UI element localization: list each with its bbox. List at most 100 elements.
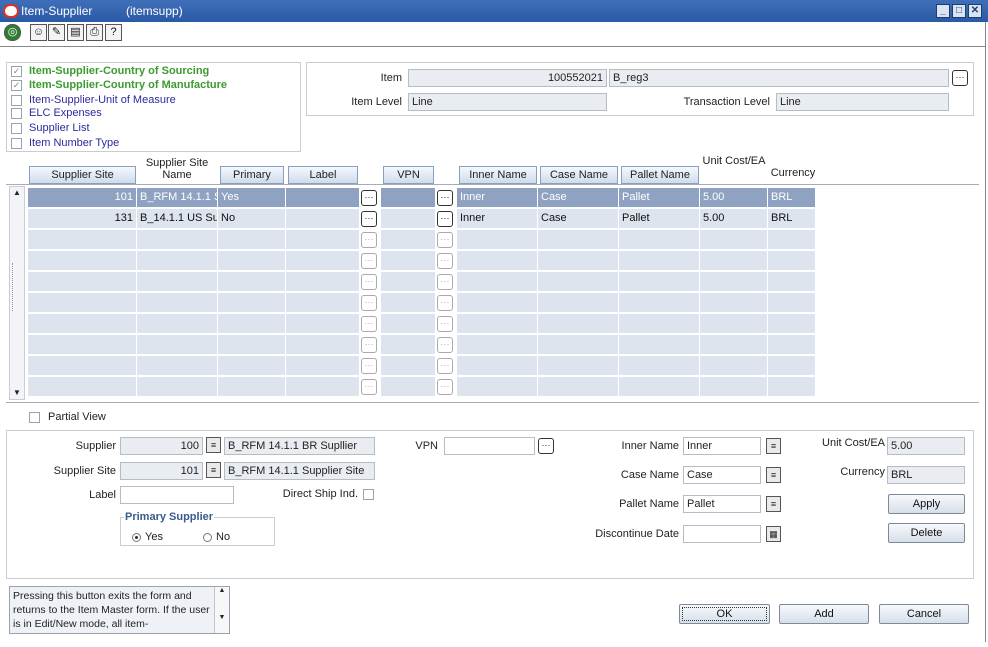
cell-vpn[interactable] bbox=[381, 209, 436, 229]
cell-inner-name[interactable] bbox=[457, 272, 538, 292]
supplier-site-id-field[interactable]: 101 bbox=[120, 462, 203, 480]
cell-unit-cost[interactable] bbox=[700, 272, 768, 292]
option-elc-expenses[interactable]: ELC Expenses bbox=[29, 107, 102, 119]
vpn-notes-icon[interactable]: ··· bbox=[437, 190, 453, 206]
case-name-lov-icon[interactable]: ≡ bbox=[766, 467, 781, 483]
cell-case-name[interactable] bbox=[538, 356, 619, 376]
vpn-notes-icon[interactable]: ··· bbox=[538, 438, 554, 454]
label-notes-icon[interactable]: ··· bbox=[361, 358, 377, 374]
label-notes-icon[interactable]: ··· bbox=[361, 274, 377, 290]
primary-no-radio[interactable] bbox=[203, 533, 212, 542]
cell-pallet-name[interactable] bbox=[619, 230, 700, 250]
vpn-notes-icon[interactable]: ··· bbox=[437, 232, 453, 248]
label-notes-icon[interactable]: ··· bbox=[361, 295, 377, 311]
ok-button[interactable]: OK bbox=[679, 604, 770, 624]
cell-vpn[interactable] bbox=[381, 230, 436, 250]
cell-supplier-site[interactable] bbox=[28, 377, 137, 397]
help-icon[interactable]: ? bbox=[105, 24, 122, 41]
calendar-icon[interactable]: ▦ bbox=[766, 526, 781, 542]
col-primary[interactable]: Primary bbox=[220, 166, 284, 184]
cell-label[interactable] bbox=[286, 293, 360, 313]
cell-pallet-name[interactable] bbox=[619, 377, 700, 397]
direct-ship-checkbox[interactable] bbox=[363, 489, 374, 500]
cell-supplier-site[interactable]: 101 bbox=[28, 188, 137, 208]
cell-supplier-site[interactable] bbox=[28, 356, 137, 376]
cell-primary[interactable] bbox=[218, 314, 286, 334]
cell-inner-name[interactable] bbox=[457, 230, 538, 250]
cell-supplier-site[interactable] bbox=[28, 230, 137, 250]
cell-supplier-site-name[interactable] bbox=[137, 335, 218, 355]
cell-vpn[interactable] bbox=[381, 293, 436, 313]
cell-case-name[interactable] bbox=[538, 230, 619, 250]
globe-icon[interactable]: ◎ bbox=[4, 24, 21, 41]
cell-supplier-site[interactable] bbox=[28, 251, 137, 271]
option-checkbox-sourcing[interactable]: ✓ bbox=[11, 66, 22, 77]
vpn-notes-icon[interactable]: ··· bbox=[437, 274, 453, 290]
label-notes-icon[interactable]: ··· bbox=[361, 379, 377, 395]
cell-supplier-site[interactable] bbox=[28, 335, 137, 355]
partial-view-checkbox[interactable] bbox=[29, 412, 40, 423]
cell-unit-cost[interactable]: 5.00 bbox=[700, 209, 768, 229]
cell-inner-name[interactable]: Inner bbox=[457, 209, 538, 229]
delete-button[interactable]: Delete bbox=[888, 523, 965, 543]
cell-unit-cost[interactable] bbox=[700, 314, 768, 334]
cell-primary[interactable] bbox=[218, 377, 286, 397]
option-item-number-type[interactable]: Item Number Type bbox=[29, 137, 119, 149]
cell-supplier-site[interactable] bbox=[28, 272, 137, 292]
inner-name-field[interactable]: Inner bbox=[683, 437, 761, 455]
cancel-button[interactable]: Cancel bbox=[879, 604, 969, 624]
cell-primary[interactable] bbox=[218, 251, 286, 271]
cell-currency[interactable] bbox=[768, 230, 816, 250]
cell-inner-name[interactable] bbox=[457, 251, 538, 271]
supplier-id-field[interactable]: 100 bbox=[120, 437, 203, 455]
cell-inner-name[interactable] bbox=[457, 314, 538, 334]
cell-primary[interactable] bbox=[218, 293, 286, 313]
option-unit-of-measure[interactable]: Item-Supplier-Unit of Measure bbox=[29, 94, 176, 106]
cell-primary[interactable] bbox=[218, 335, 286, 355]
cell-case-name[interactable] bbox=[538, 272, 619, 292]
contacts-icon[interactable]: ☺ bbox=[30, 24, 47, 41]
cell-case-name[interactable] bbox=[538, 314, 619, 334]
vpn-notes-icon[interactable]: ··· bbox=[437, 337, 453, 353]
cell-pallet-name[interactable]: Pallet bbox=[619, 209, 700, 229]
discontinue-date-field[interactable] bbox=[683, 525, 761, 543]
cell-supplier-site-name[interactable] bbox=[137, 293, 218, 313]
maximize-icon[interactable]: □ bbox=[952, 4, 966, 18]
vpn-notes-icon[interactable]: ··· bbox=[437, 358, 453, 374]
notes-icon[interactable]: ▤ bbox=[67, 24, 84, 41]
cell-supplier-site[interactable] bbox=[28, 293, 137, 313]
col-pallet-name[interactable]: Pallet Name bbox=[621, 166, 699, 184]
cell-case-name[interactable] bbox=[538, 293, 619, 313]
cell-currency[interactable] bbox=[768, 356, 816, 376]
add-button[interactable]: Add bbox=[779, 604, 869, 624]
col-vpn[interactable]: VPN bbox=[383, 166, 434, 184]
option-country-of-sourcing[interactable]: Item-Supplier-Country of Sourcing bbox=[29, 65, 209, 77]
cell-inner-name[interactable]: Inner bbox=[457, 188, 538, 208]
cell-inner-name[interactable] bbox=[457, 293, 538, 313]
cell-currency[interactable] bbox=[768, 335, 816, 355]
label-field[interactable] bbox=[120, 486, 234, 504]
col-case-name[interactable]: Case Name bbox=[540, 166, 618, 184]
vpn-notes-icon[interactable]: ··· bbox=[437, 379, 453, 395]
option-supplier-list[interactable]: Supplier List bbox=[29, 122, 90, 134]
cell-currency[interactable] bbox=[768, 314, 816, 334]
cell-pallet-name[interactable] bbox=[619, 272, 700, 292]
col-inner-name[interactable]: Inner Name bbox=[459, 166, 537, 184]
label-notes-icon[interactable]: ··· bbox=[361, 316, 377, 332]
cell-pallet-name[interactable] bbox=[619, 314, 700, 334]
cell-inner-name[interactable] bbox=[457, 356, 538, 376]
cell-supplier-site[interactable]: 131 bbox=[28, 209, 137, 229]
label-notes-icon[interactable]: ··· bbox=[361, 253, 377, 269]
cell-currency[interactable]: BRL bbox=[768, 209, 816, 229]
cell-inner-name[interactable] bbox=[457, 335, 538, 355]
option-checkbox-manufacture[interactable]: ✓ bbox=[11, 80, 22, 91]
cell-label[interactable] bbox=[286, 314, 360, 334]
vpn-notes-icon[interactable]: ··· bbox=[437, 295, 453, 311]
primary-yes-radio[interactable] bbox=[132, 533, 141, 542]
label-notes-icon[interactable]: ··· bbox=[361, 337, 377, 353]
cell-pallet-name[interactable] bbox=[619, 356, 700, 376]
edit-icon[interactable]: ✎ bbox=[48, 24, 65, 41]
cell-currency[interactable]: BRL bbox=[768, 188, 816, 208]
cell-supplier-site-name[interactable] bbox=[137, 314, 218, 334]
cell-primary[interactable]: No bbox=[218, 209, 286, 229]
